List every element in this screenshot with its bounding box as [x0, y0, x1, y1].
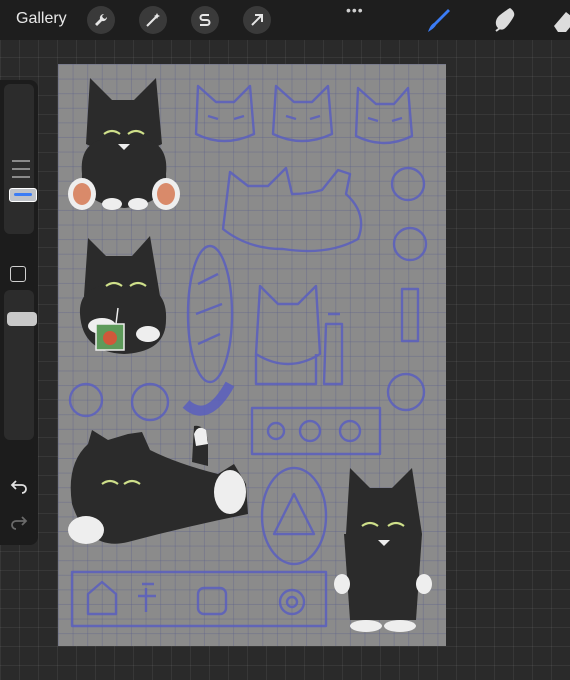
actions-button[interactable] [87, 6, 115, 34]
sketch-cat-head [194, 84, 256, 143]
magic-wand-icon [146, 13, 160, 27]
sketch-apple [130, 382, 170, 422]
sketch-apple [392, 226, 428, 262]
sketch-cat-spray [254, 284, 322, 366]
sketch-cat-head [271, 84, 334, 143]
cat-with-juice [79, 236, 167, 354]
modify-square-icon[interactable] [10, 266, 26, 282]
redo-icon[interactable] [10, 512, 28, 530]
sketch-bread [186, 244, 234, 384]
undo-icon[interactable] [10, 476, 28, 494]
top-toolbar: Gallery ••• [0, 0, 570, 40]
wrench-icon [95, 13, 108, 26]
slider-tick [12, 168, 30, 170]
sketch-oval [260, 466, 328, 566]
brush-size-thumb[interactable] [9, 188, 37, 202]
more-options-button[interactable]: ••• [346, 2, 364, 18]
cat-sitting-front [68, 78, 180, 210]
transform-button[interactable] [243, 6, 271, 34]
sketch-bean [182, 381, 235, 416]
brush-size-slider[interactable] [4, 84, 37, 234]
gallery-button[interactable]: Gallery [16, 10, 67, 28]
artwork [68, 78, 432, 632]
opacity-thumb[interactable] [7, 312, 37, 326]
drawing-canvas[interactable] [58, 64, 446, 646]
sketch-lying-cat [221, 166, 363, 253]
slider-tick [12, 160, 30, 162]
selection-s-icon [199, 14, 211, 26]
cat-lying [68, 425, 248, 544]
arrow-icon [251, 14, 263, 26]
slider-tick [12, 176, 30, 178]
sketch-apple [390, 166, 426, 202]
sketch-cat-head [354, 86, 414, 145]
brush-icon[interactable] [422, 4, 454, 36]
opacity-slider[interactable] [4, 290, 37, 440]
selection-button[interactable] [191, 6, 219, 34]
left-sidebar [0, 80, 38, 545]
sketch-apple-core [400, 287, 420, 343]
sketch-apple [68, 382, 104, 418]
smudge-icon[interactable] [488, 4, 520, 36]
sketch-apple [386, 372, 426, 412]
cat-standing [334, 468, 432, 632]
adjustments-button[interactable] [139, 6, 167, 34]
eraser-icon[interactable] [548, 4, 570, 36]
